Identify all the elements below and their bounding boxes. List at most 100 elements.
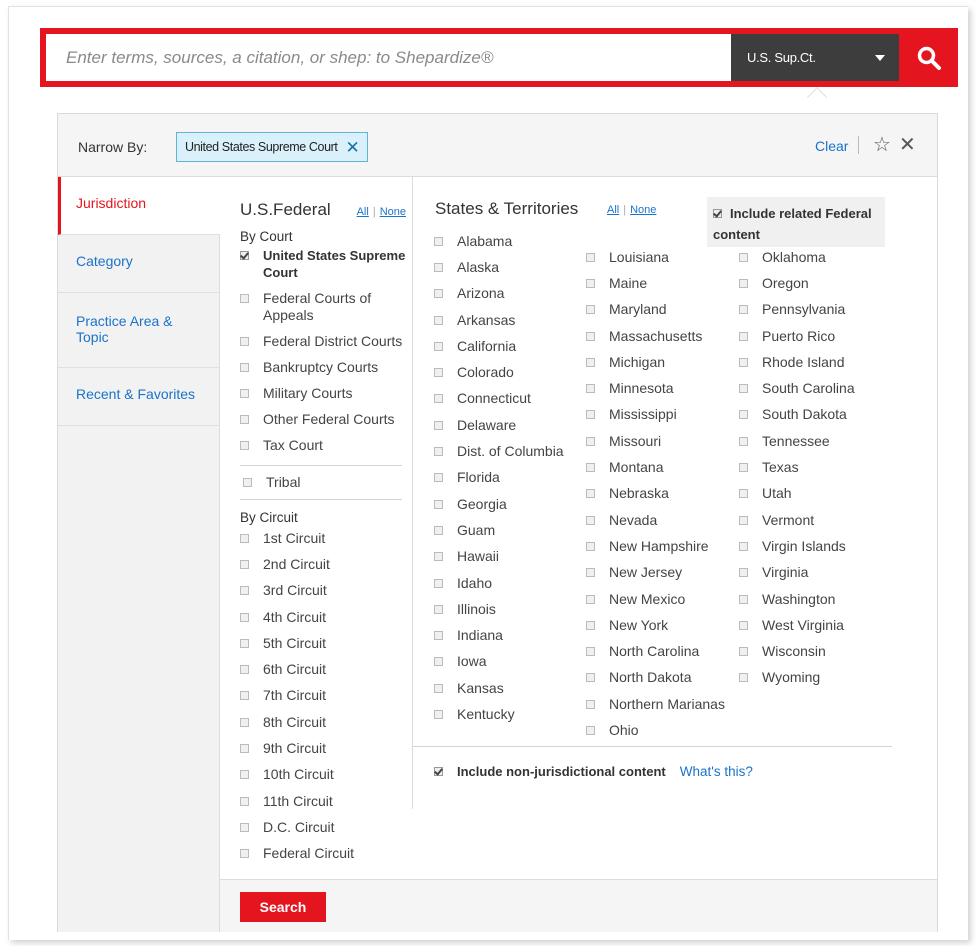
checkbox[interactable] [586,463,595,473]
list-item[interactable]: Pennsylvania [739,297,855,323]
list-item[interactable]: Alabama [434,228,564,254]
list-item[interactable]: Hawaii [434,544,564,570]
checkbox[interactable] [739,673,748,683]
checkbox[interactable] [739,489,748,499]
checkbox[interactable] [434,499,443,509]
checkbox[interactable] [434,709,443,719]
checkbox[interactable] [586,410,595,420]
checkbox[interactable] [434,262,443,272]
checkbox[interactable] [240,717,249,727]
checkbox[interactable] [434,447,443,457]
checkbox[interactable] [586,515,595,525]
list-item[interactable]: Wisconsin [739,638,855,664]
checkbox[interactable] [434,394,443,404]
checkbox[interactable] [240,415,249,424]
list-item[interactable]: 1st Circuit [240,525,410,551]
checkbox[interactable] [434,236,443,246]
checkbox[interactable] [586,594,595,604]
checkbox[interactable] [739,357,748,367]
checkbox[interactable] [240,533,249,543]
list-item[interactable]: Iowa [434,649,564,675]
checkbox[interactable] [240,665,249,675]
checkbox[interactable] [434,767,443,776]
checkbox[interactable] [586,620,595,630]
checkbox[interactable] [240,441,249,450]
list-item[interactable]: Arizona [434,281,564,307]
list-item[interactable]: Kentucky [434,701,564,727]
checkbox[interactable] [240,559,249,569]
list-item[interactable]: Maine [586,270,725,296]
checkbox[interactable] [434,525,443,535]
list-item[interactable]: Missouri [586,428,725,454]
list-item[interactable]: Other Federal Courts [240,411,410,428]
list-item[interactable]: Guam [434,517,564,543]
list-item[interactable]: 11th Circuit [240,788,410,814]
federal-all-link[interactable]: All [357,206,369,218]
list-item[interactable]: New Jersey [586,560,725,586]
list-item[interactable]: Tax Court [240,437,410,454]
list-item[interactable]: Northern Marianas [586,691,725,717]
list-item[interactable]: Puerto Rico [739,323,855,349]
checkbox[interactable] [434,578,443,588]
search-input[interactable] [46,34,731,81]
list-item[interactable]: Minnesota [586,375,725,401]
checkbox[interactable] [586,278,595,288]
star-icon[interactable]: ☆ [873,132,891,157]
list-item[interactable]: 2nd Circuit [240,551,410,577]
list-item[interactable]: Idaho [434,570,564,596]
checkbox[interactable] [240,337,249,346]
checkbox[interactable] [586,568,595,578]
list-item[interactable]: 9th Circuit [240,735,410,761]
list-item[interactable]: Connecticut [434,386,564,412]
checkbox[interactable] [739,594,748,604]
remove-filter-icon[interactable]: ✕ [345,139,359,156]
checkbox[interactable] [240,389,249,398]
list-item[interactable]: Michigan [586,349,725,375]
checkbox[interactable] [434,289,443,299]
list-item[interactable]: West Virginia [739,612,855,638]
checkbox[interactable] [739,541,748,551]
list-item[interactable]: Wyoming [739,665,855,691]
checkbox[interactable] [240,638,249,648]
checkbox[interactable] [739,331,748,341]
list-item[interactable]: Nebraska [586,481,725,507]
list-item[interactable]: New Mexico [586,586,725,612]
list-item[interactable]: 8th Circuit [240,709,410,735]
checkbox[interactable] [240,770,249,780]
list-item[interactable]: 4th Circuit [240,604,410,630]
checkbox[interactable] [739,568,748,578]
checkbox[interactable] [739,278,748,288]
list-item[interactable]: Montana [586,454,725,480]
checkbox[interactable] [240,294,249,303]
checkbox[interactable] [240,796,249,806]
checkbox[interactable] [739,410,748,420]
checkbox[interactable] [240,586,249,596]
list-item[interactable]: Georgia [434,491,564,517]
list-item[interactable]: D.C. Circuit [240,814,410,840]
list-item[interactable]: Virginia [739,560,855,586]
list-item[interactable]: New Hampshire [586,533,725,559]
whats-this-link[interactable]: What's this? [680,764,753,779]
checkbox[interactable] [434,631,443,641]
list-item[interactable]: 6th Circuit [240,656,410,682]
list-item[interactable]: Arkansas [434,307,564,333]
list-item[interactable]: California [434,333,564,359]
list-item[interactable]: Maryland [586,297,725,323]
list-item[interactable]: South Dakota [739,402,855,428]
list-item[interactable]: North Carolina [586,638,725,664]
list-item[interactable]: Washington [739,586,855,612]
search-button[interactable] [899,28,958,87]
checkbox[interactable] [240,612,249,622]
checkbox[interactable] [434,315,443,325]
checkbox[interactable] [240,363,249,372]
checkbox[interactable] [586,673,595,683]
include-non-jurisdictional[interactable]: Include non-jurisdictional content What'… [434,764,753,779]
checkbox[interactable] [240,691,249,701]
checkbox[interactable] [739,515,748,525]
list-item[interactable]: Federal District Courts [240,333,410,350]
sidebar-item-jurisdiction[interactable]: Jurisdiction [58,177,220,235]
checkbox[interactable] [739,647,748,657]
checkbox[interactable] [240,744,249,754]
list-item[interactable]: United States Supreme Court [240,247,410,281]
checkbox[interactable] [434,657,443,667]
